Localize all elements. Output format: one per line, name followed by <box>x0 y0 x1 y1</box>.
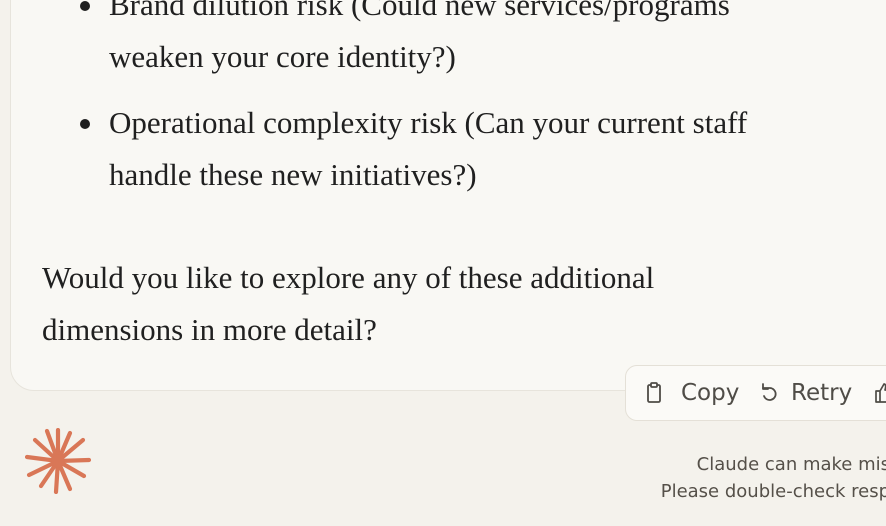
bullet-dot <box>80 1 90 11</box>
bullet-dot <box>80 119 90 129</box>
list-item: Brand dilution risk (Could new services/… <box>53 0 883 83</box>
disclaimer-line: Please double-check resp <box>660 481 886 502</box>
undo-icon <box>756 381 780 405</box>
bullet-list: Brand dilution risk (Could new services/… <box>53 0 883 215</box>
footer-disclaimer: Claude can make mis Please double-check … <box>640 451 886 505</box>
copy-label: Copy <box>681 380 740 406</box>
closing-line: Would you like to explore any of these a… <box>42 260 655 295</box>
bullet-line: handle these new initiatives?) <box>109 157 477 192</box>
bullet-line: Brand dilution risk (Could new services/… <box>109 0 730 22</box>
clipboard-icon <box>642 381 666 405</box>
retry-button[interactable]: Retry <box>756 366 852 420</box>
thumbs-up-icon <box>872 381 886 405</box>
message-action-bar: Copy Retry <box>625 365 886 421</box>
closing-line: dimensions in more detail? <box>42 312 377 347</box>
copy-button[interactable]: Copy <box>642 366 739 420</box>
bullet-line: Operational complexity risk (Can your cu… <box>109 105 748 140</box>
retry-label: Retry <box>791 380 853 406</box>
list-item: Operational complexity risk (Can your cu… <box>53 97 883 201</box>
chat-viewport: Brand dilution risk (Could new services/… <box>0 0 886 526</box>
closing-question: Would you like to explore any of these a… <box>42 252 872 356</box>
disclaimer-line: Claude can make mis <box>696 454 886 475</box>
thumbs-up-button[interactable] <box>872 366 886 420</box>
claude-starburst-icon <box>24 427 92 495</box>
bullet-line: weaken your core identity?) <box>109 39 456 74</box>
